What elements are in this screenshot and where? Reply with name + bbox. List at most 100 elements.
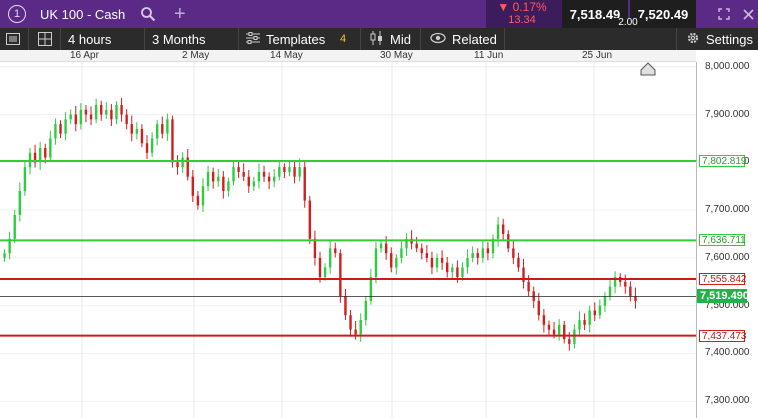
- price-tick-label: 8,000.000: [705, 60, 750, 72]
- candle-body: [466, 257, 469, 268]
- candle-body: [278, 167, 281, 177]
- candle-body: [222, 176, 225, 192]
- candle-body: [145, 143, 149, 153]
- plus-icon[interactable]: +: [174, 0, 190, 28]
- candle-body: [339, 253, 342, 297]
- candle-body: [135, 128, 139, 134]
- related-button[interactable]: Related: [430, 28, 497, 50]
- candle-body: [578, 320, 581, 330]
- candle-body: [237, 167, 240, 172]
- candle-body: [54, 124, 57, 139]
- candle-body: [344, 296, 347, 316]
- candle-body: [593, 310, 596, 316]
- candle-body: [379, 243, 383, 249]
- date-tick-label: 2 May: [182, 50, 210, 61]
- candle-body: [588, 310, 591, 325]
- change-points: 13.34: [508, 14, 536, 26]
- templates-button[interactable]: Templates: [246, 28, 325, 50]
- date-axis: 16 Apr 2 May 14 May 30 May 11 Jun 25 Jun: [0, 50, 696, 62]
- candle-body: [608, 286, 612, 297]
- candle-body: [542, 315, 546, 325]
- price-axis[interactable]: 8,000.0007,900.0007,800.0007,700.0007,60…: [696, 60, 758, 418]
- candle-body: [28, 152, 32, 168]
- date-tick-label: 14 May: [270, 50, 303, 61]
- templates-label: Templates: [266, 31, 326, 47]
- candle-body: [18, 191, 22, 215]
- level-price-tag: 7,555.842: [699, 273, 747, 286]
- instrument-name: UK 100 - Cash: [40, 6, 126, 22]
- price-tick-label: 7,300.000: [705, 395, 750, 407]
- candle-body: [64, 119, 67, 134]
- price-type-dropdown[interactable]: Mid: [370, 28, 411, 50]
- price-chart[interactable]: [0, 62, 696, 418]
- buy-price: 7,520.49: [637, 6, 689, 22]
- candle-body: [79, 109, 83, 125]
- candle-body: [313, 238, 317, 258]
- candle-body: [552, 329, 556, 335]
- candle-body: [166, 119, 169, 134]
- candle-body: [283, 167, 286, 172]
- candle-body: [481, 248, 485, 258]
- candle-body: [374, 248, 378, 278]
- close-icon[interactable]: [740, 0, 756, 28]
- candle-body: [456, 267, 459, 278]
- level-price-tag: 7,802.819: [699, 155, 747, 167]
- candle-body: [634, 296, 637, 301]
- candle-body: [512, 248, 515, 258]
- candle-body: [496, 224, 500, 239]
- candle-body: [583, 320, 586, 325]
- candle-body: [227, 181, 230, 192]
- candle-body: [13, 214, 16, 239]
- candle-body: [390, 253, 393, 268]
- candle-body: [318, 257, 322, 278]
- candle-body: [598, 305, 602, 316]
- related-label: Related: [452, 31, 497, 47]
- candle-body: [191, 176, 194, 196]
- candle-body: [568, 339, 571, 344]
- candle-body: [308, 200, 312, 239]
- candle-body: [125, 114, 128, 125]
- candle-body: [130, 124, 133, 134]
- price-change: ▼ 0.17% 13.34: [486, 0, 562, 28]
- current-price-tag: 7,519.490: [697, 289, 749, 304]
- search-icon[interactable]: [140, 0, 160, 28]
- candle-body: [110, 109, 113, 120]
- menu-icon[interactable]: [6, 28, 20, 50]
- candle-body: [624, 281, 627, 287]
- instrument-number-badge[interactable]: 1: [8, 0, 26, 28]
- candle-body: [120, 105, 123, 115]
- candle-body: [293, 167, 296, 177]
- range-dropdown[interactable]: 3 Months: [152, 28, 205, 50]
- house-icon[interactable]: [640, 62, 656, 76]
- candle-body: [100, 105, 103, 115]
- settings-label: Settings: [706, 31, 753, 47]
- instrument-header: 1 UK 100 - Cash + ▼ 0.17% 13.34 7,518.49…: [0, 0, 758, 28]
- candle-body: [211, 171, 215, 182]
- expand-icon[interactable]: [716, 0, 732, 28]
- candle-body: [334, 248, 337, 254]
- candle-body: [150, 138, 154, 153]
- price-tick-label: 7,900.000: [705, 108, 750, 120]
- candle-body: [400, 248, 403, 258]
- candle-body: [105, 109, 108, 115]
- date-tick-label: 25 Jun: [582, 50, 613, 61]
- price-tick-label: 7,400.000: [705, 347, 750, 359]
- candle-body: [176, 162, 179, 168]
- interval-dropdown[interactable]: 4 hours: [68, 28, 111, 50]
- settings-button[interactable]: Settings: [686, 28, 753, 50]
- candle-body: [573, 329, 576, 344]
- chart-toolbar: 4 hours 3 Months Templates 4 Mid Related…: [0, 28, 758, 50]
- candle-body: [252, 181, 256, 187]
- candle-body: [247, 176, 250, 187]
- date-tick-label: 11 Jun: [474, 50, 504, 61]
- layout-icon[interactable]: [38, 28, 52, 50]
- candle-body: [201, 186, 205, 206]
- candle-body: [415, 243, 418, 249]
- candle-body: [74, 114, 77, 125]
- candle-body: [563, 324, 566, 340]
- candle-body: [501, 224, 505, 235]
- candle-body: [257, 171, 261, 182]
- candle-body: [140, 128, 144, 144]
- candle-body: [161, 124, 164, 134]
- candle-body: [49, 138, 52, 158]
